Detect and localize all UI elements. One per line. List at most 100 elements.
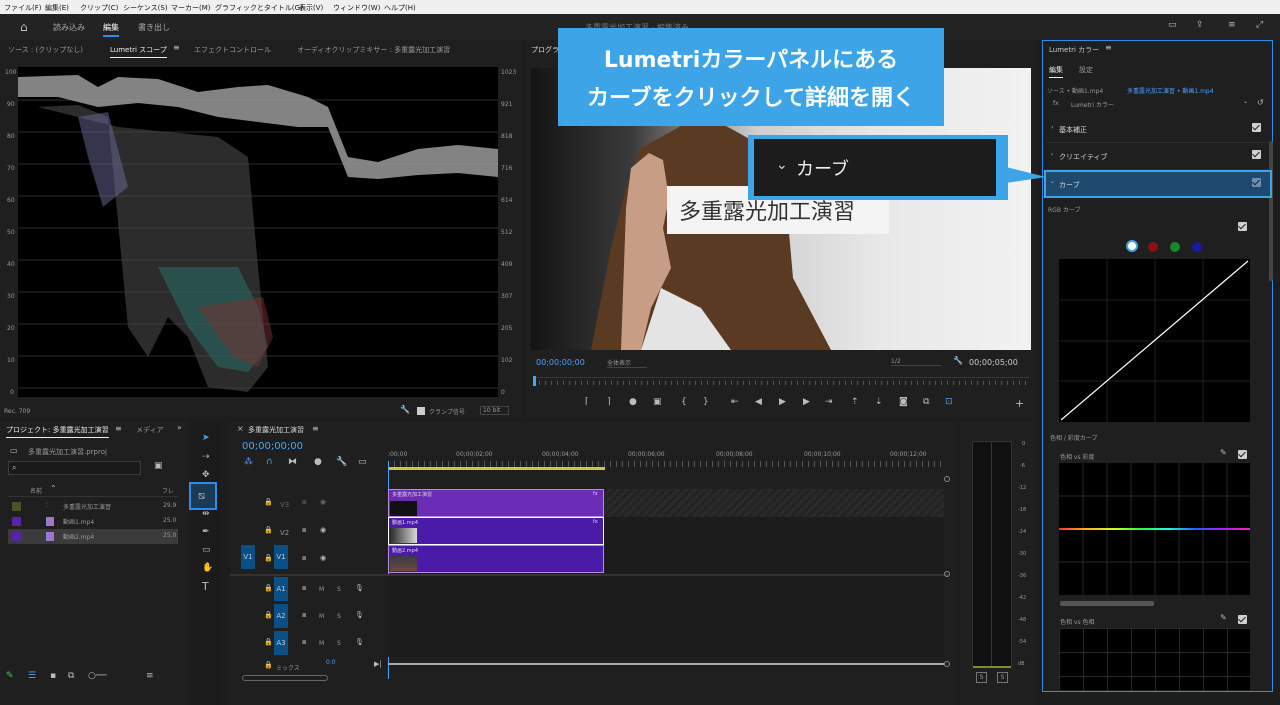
type-tool-icon[interactable]: T <box>202 581 209 592</box>
wrench-icon[interactable]: 🔧 <box>336 458 347 467</box>
fullscreen-icon[interactable]: ⤢ <box>1256 21 1263 30</box>
resolution-select[interactable]: 1/2 <box>891 358 941 366</box>
extract-icon[interactable]: ⇣ <box>875 398 883 407</box>
sync-lock-icon[interactable]: ⧈ <box>302 585 306 592</box>
eye-icon[interactable]: ◉ <box>320 499 326 506</box>
menu-edit[interactable]: 編集(E) <box>45 3 69 13</box>
time-ruler[interactable]: :00;00 00;00;02;00 00;00;04;00 00;00;06;… <box>388 449 948 471</box>
linked-selection-icon[interactable]: ⧓ <box>288 458 297 467</box>
new-bin-icon[interactable]: ▣ <box>154 462 163 471</box>
eye-icon[interactable]: ◉ <box>320 527 326 534</box>
tab-edit[interactable]: 編集 <box>103 22 119 37</box>
vertical-zoom-handle[interactable] <box>944 476 950 482</box>
expand-panels-icon[interactable]: » <box>177 424 182 432</box>
rgb-curve-graph[interactable] <box>1059 259 1250 422</box>
microphone-icon[interactable]: 🎙 <box>355 639 364 646</box>
go-to-end-icon[interactable]: ⇥ <box>825 398 833 407</box>
snap-icon[interactable]: ∩ <box>266 458 273 467</box>
horizontal-scrollbar[interactable] <box>242 675 328 681</box>
tab-effect-controls[interactable]: エフェクトコントロール <box>194 45 271 55</box>
comparison-view-icon[interactable]: ⧉ <box>923 398 929 407</box>
playhead-timecode[interactable]: 00;00;00;00 <box>536 358 585 367</box>
enable-checkbox[interactable] <box>1252 150 1261 159</box>
hue-sat-heading[interactable]: 色相 / 彩度カーブ <box>1050 433 1097 442</box>
menu-window[interactable]: ウィンドウ(W) <box>333 3 380 13</box>
close-icon[interactable]: × <box>237 425 244 433</box>
play-icon[interactable]: ▶ <box>779 398 786 407</box>
channel-blue-button[interactable] <box>1192 242 1202 252</box>
panel-menu-icon[interactable]: ≡ <box>115 425 122 433</box>
bit-depth-select[interactable]: 10 bit <box>480 406 510 415</box>
effect-select[interactable]: fx Lumetri カラー ⌄ <box>1047 99 1248 111</box>
go-to-end-icon[interactable]: ▶| <box>374 661 382 668</box>
step-back-icon[interactable]: ◀ <box>755 398 762 407</box>
ripple-edit-icon[interactable]: ✥ <box>202 471 210 480</box>
menu-file[interactable]: ファイル(F) <box>4 3 42 13</box>
hand-tool-icon[interactable]: ✋ <box>202 564 213 573</box>
solo-button[interactable]: S <box>337 586 341 593</box>
target-clip-link[interactable]: 多重露光加工演習 • 動画1.mp4 <box>1127 86 1214 95</box>
solo-button[interactable]: S <box>337 640 341 647</box>
reset-icon[interactable]: ↺ <box>1257 99 1264 107</box>
menu-help[interactable]: ヘルプ(H) <box>384 3 416 13</box>
lock-icon[interactable]: 🔒 <box>264 662 273 669</box>
vertical-zoom-handle[interactable] <box>944 661 950 667</box>
channel-white-button[interactable] <box>1126 240 1138 252</box>
project-search-input[interactable]: ⌕ <box>8 461 141 475</box>
icon-view-icon[interactable]: ▪ <box>50 672 56 681</box>
section-basic-correction[interactable]: › 基本補正 <box>1047 116 1270 143</box>
solo-right-button[interactable]: S <box>997 672 1008 683</box>
track-v3-lane[interactable]: 多重露光加工演習 fx <box>388 489 944 517</box>
enable-checkbox[interactable] <box>1252 123 1261 132</box>
sync-lock-icon[interactable]: ⧈ <box>302 527 306 534</box>
track-v1-lane[interactable]: 動画2.mp4 <box>388 545 944 573</box>
channel-red-button[interactable] <box>1148 242 1158 252</box>
selection-tool-icon[interactable]: ➤ <box>202 434 210 443</box>
vr-icon[interactable]: ⊡ <box>945 398 953 407</box>
work-area-bar[interactable] <box>388 467 605 470</box>
tab-export[interactable]: 書き出し <box>138 22 170 33</box>
mute-button[interactable]: M <box>319 640 324 647</box>
track-a2-lane[interactable] <box>388 603 944 630</box>
microphone-icon[interactable]: 🎙 <box>355 585 364 592</box>
share-icon[interactable]: ⇪ <box>1196 21 1204 30</box>
eyedropper-icon[interactable]: ✎ <box>1220 614 1227 622</box>
project-item[interactable]: ⫶ 多重露光加工演習 29.9 <box>8 499 178 514</box>
mix-volume-value[interactable]: 0.0 <box>326 659 336 666</box>
sync-lock-icon[interactable]: ⧈ <box>302 499 306 506</box>
quick-export-icon[interactable]: ▭ <box>1168 21 1177 30</box>
track-target-a1[interactable]: A1 <box>274 577 288 601</box>
menu-clip[interactable]: クリップ(C) <box>80 3 118 13</box>
track-target-a2[interactable]: A2 <box>274 604 288 628</box>
add-button-icon[interactable]: + <box>1015 398 1024 409</box>
eye-icon[interactable]: ◉ <box>320 555 326 562</box>
hue-vs-hue-checkbox[interactable] <box>1238 615 1247 624</box>
eyedropper-icon[interactable]: ✎ <box>1220 449 1227 457</box>
lift-icon[interactable]: ⇡ <box>851 398 859 407</box>
clamp-checkbox[interactable] <box>417 407 425 415</box>
go-to-out-icon[interactable]: } <box>703 398 709 407</box>
slip-tool-icon[interactable]: ⇹ <box>202 510 210 519</box>
razor-tool-button[interactable]: ⧅ <box>189 482 217 510</box>
source-clip-label[interactable]: ソース • 動画1.mp4 <box>1047 86 1103 95</box>
tab-audio-clip-mixer[interactable]: オーディオクリップミキサー : 多重露光加工演習 <box>297 45 450 55</box>
fit-select[interactable]: 全体表示 <box>607 358 648 368</box>
go-to-in-icon[interactable]: { <box>681 398 687 407</box>
workspace-menu-icon[interactable]: ≡ <box>1228 21 1236 30</box>
sync-lock-icon[interactable]: ⧈ <box>302 639 306 646</box>
rgb-curves-checkbox[interactable] <box>1238 222 1247 231</box>
pencil-icon[interactable]: ✎ <box>6 672 14 681</box>
channel-green-button[interactable] <box>1170 242 1180 252</box>
export-frame-icon[interactable]: ◙ <box>899 398 908 407</box>
track-a1-lane[interactable] <box>388 576 944 603</box>
clip-douga1[interactable]: 動画1.mp4 fx <box>388 517 604 545</box>
zoom-slider[interactable]: ○── <box>88 672 107 681</box>
source-patch-v1[interactable]: V1 <box>241 545 255 569</box>
menu-marker[interactable]: マーカー(M) <box>171 3 211 13</box>
menu-view[interactable]: 表示(V) <box>299 3 323 13</box>
tab-settings[interactable]: 設定 <box>1079 65 1093 75</box>
add-marker-icon[interactable]: ● <box>629 398 637 407</box>
add-marker-icon[interactable]: ● <box>314 458 322 467</box>
pen-tool-icon[interactable]: ✒ <box>202 528 210 537</box>
mute-button[interactable]: M <box>319 613 324 620</box>
